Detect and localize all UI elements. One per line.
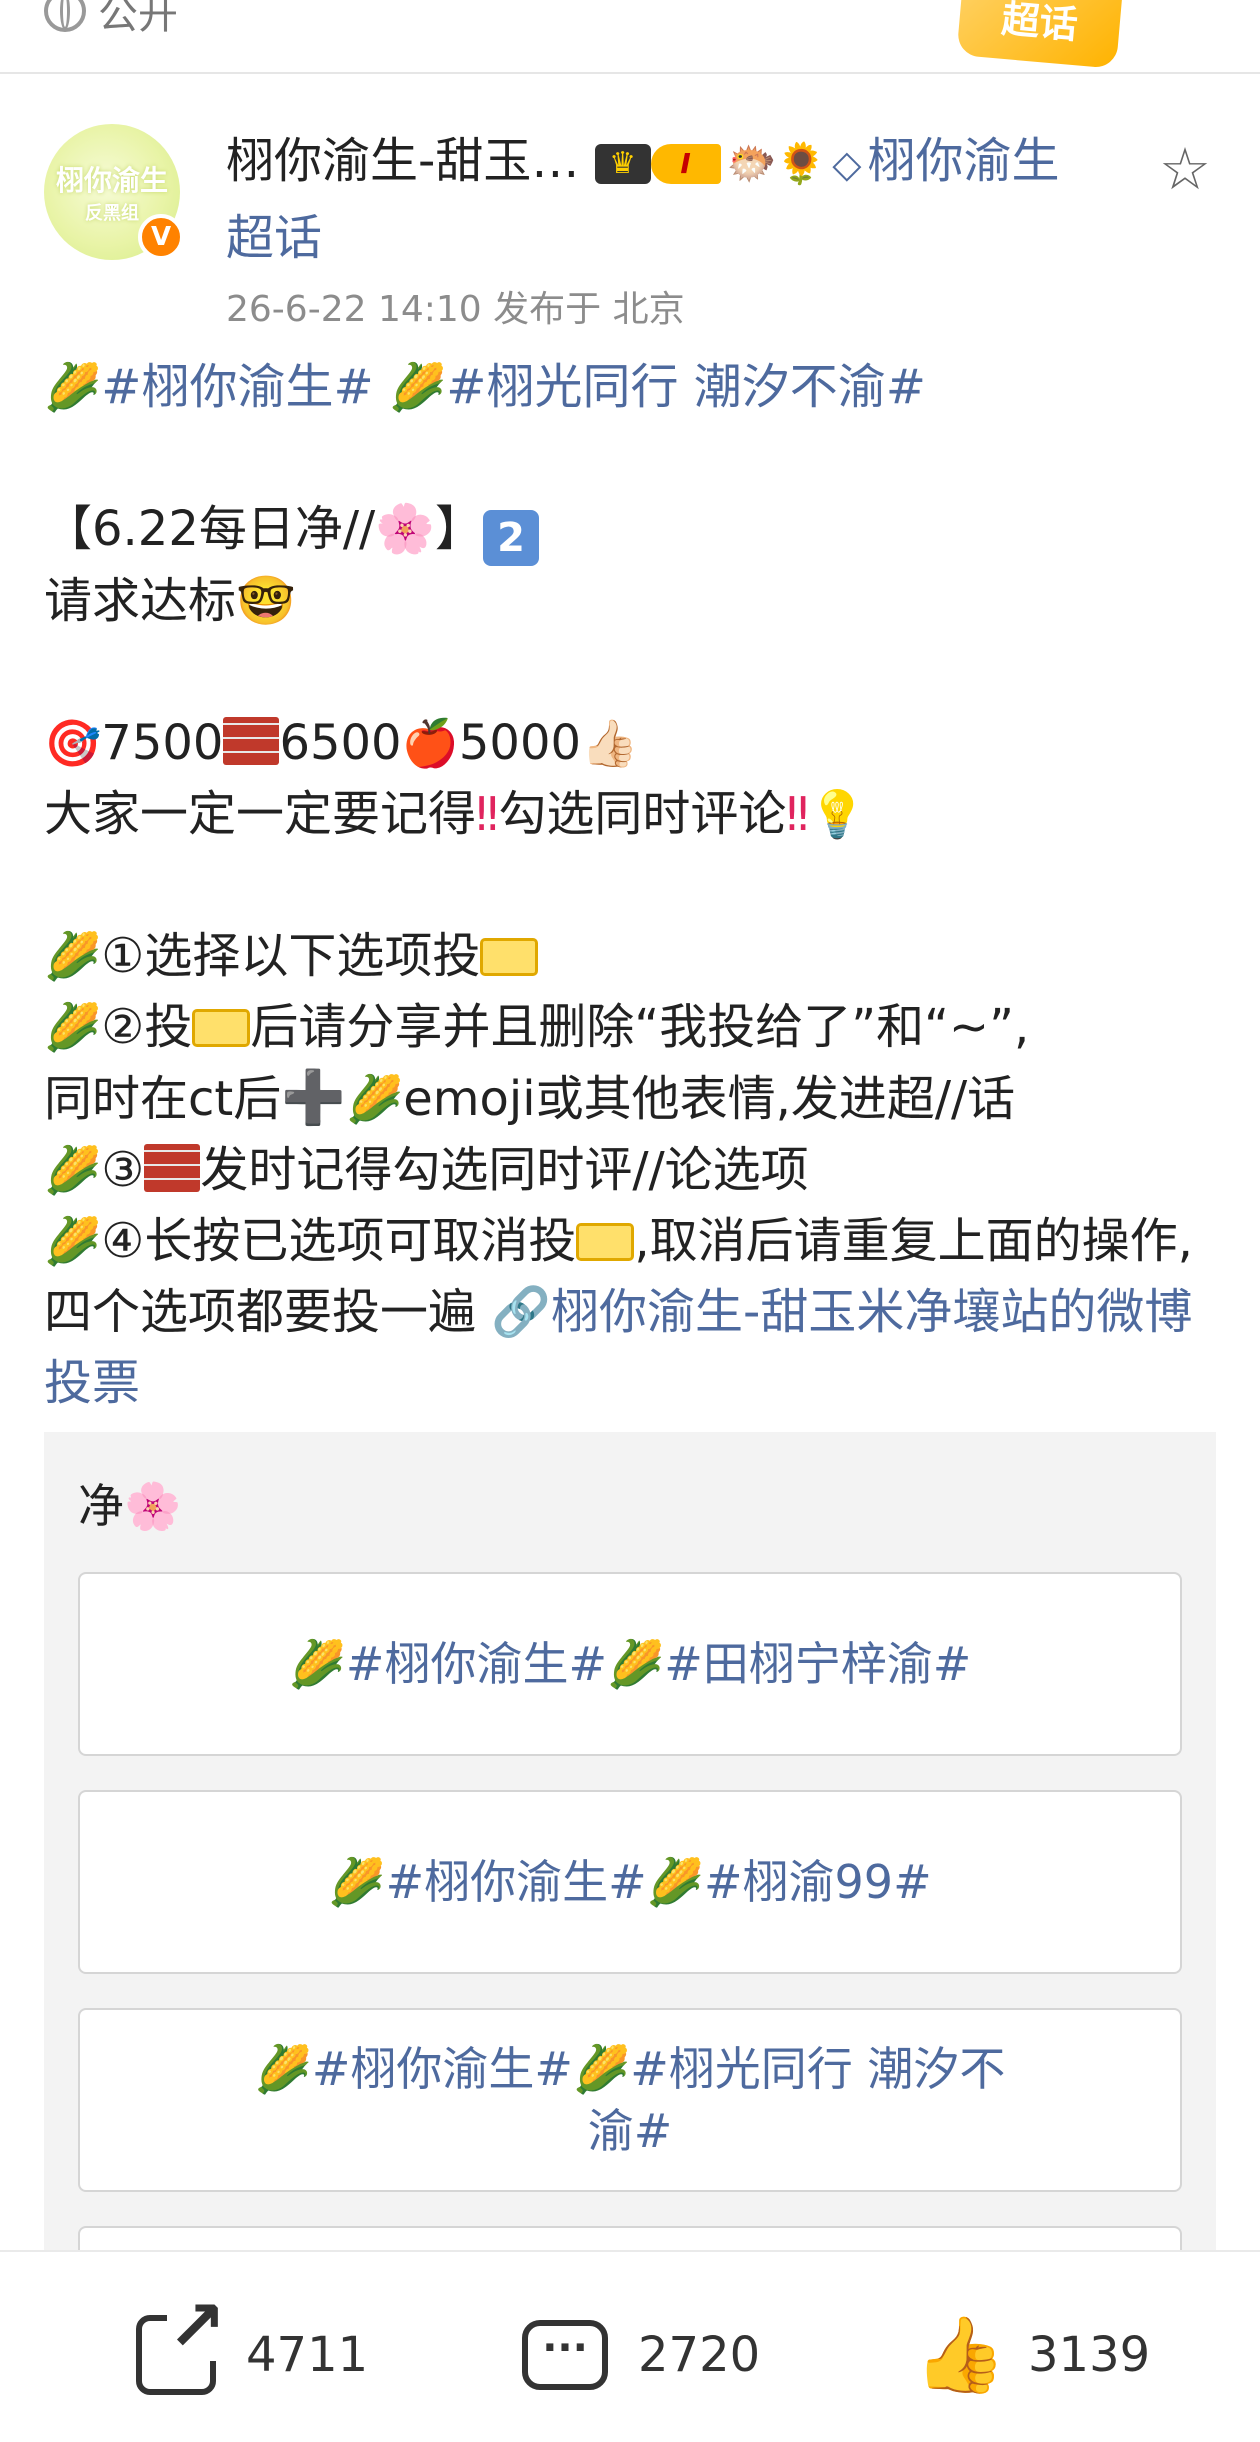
daily-line: 【6.22每日净//🌸】 2 xyxy=(44,494,1224,566)
top-bar: 公开 超话 xyxy=(0,0,1260,74)
double-exclamation-icon: ‼ xyxy=(476,787,499,841)
corn-icon: 🌽 xyxy=(44,1143,102,1197)
like-count: 3139 xyxy=(1028,2327,1151,2383)
step-text: ①选择以下选项投 xyxy=(101,928,481,984)
diamond-icon: ◇ xyxy=(832,142,862,186)
sunflower-icon: 🌻 xyxy=(776,141,827,187)
ticket-icon xyxy=(480,938,539,976)
target-icon: 🎯 xyxy=(44,716,102,770)
visibility-indicator: 公开 xyxy=(44,0,178,40)
step-text: ④长按已选项可取消投 xyxy=(101,1213,577,1269)
author-line: 栩你渝生-甜玉… ♛ I 🐡🌻 ◇ 栩你渝生超话 xyxy=(226,124,1076,275)
hashtag-line: 🌽#栩你渝生# 🌽#栩光同行 潮汐不渝# xyxy=(44,352,1224,423)
remember-text: 大家一定一定要记得 xyxy=(44,786,477,842)
corn-icon: 🌽 xyxy=(44,929,102,983)
action-bar: 4711 ··· 2720 👍 3139 xyxy=(0,2250,1260,2442)
hashtag-link[interactable]: #栩光同行 潮汐不渝# xyxy=(446,359,926,415)
target-value: 6500 xyxy=(279,715,402,771)
post-content: 🌽#栩你渝生# 🌽#栩光同行 潮汐不渝# 【6.22每日净//🌸】 2 请求达标🤓… xyxy=(44,352,1224,1419)
step-text: ③ xyxy=(101,1142,145,1198)
remember-line: 大家一定一定要记得‼勾选同时评论‼💡 xyxy=(44,779,1224,850)
step-4: 🌽④长按已选项可取消投 ,取消后请重复上面的操作,四个选项都要投一遍 🔗栩你渝生-… xyxy=(44,1206,1224,1419)
brick-icon xyxy=(223,717,280,765)
post-meta: 26-6-22 14:10 发布于 北京 xyxy=(226,289,685,330)
vote-option[interactable]: 🌽#栩你渝生#🌽#田栩宁梓渝# xyxy=(78,1572,1182,1756)
step-1: 🌽①选择以下选项投 xyxy=(44,921,1224,992)
share-count: 4711 xyxy=(246,2327,369,2383)
share-icon xyxy=(136,2291,226,2395)
plus-icon: ➕ xyxy=(281,1068,346,1128)
target-value: 7500 xyxy=(101,715,224,771)
step-2: 🌽②投 后请分享并且删除“我投给了”和“~”, 同时在ct后➕🌽emoji或其他表情… xyxy=(44,992,1224,1135)
keycap-two-icon: 2 xyxy=(483,510,539,566)
vote-option[interactable]: 🌽#栩你渝生#🌽#栩渝99# xyxy=(78,1790,1182,1974)
visibility-label: 公开 xyxy=(98,0,178,38)
corn-icon: 🌽 xyxy=(44,1000,102,1054)
remember-text: 勾选同时评论 xyxy=(498,786,787,842)
daily-text: 【6.22每日净//🌸】 xyxy=(44,501,483,557)
step-text: 后请分享并且删除“我投给了”和“~”, xyxy=(250,999,1030,1055)
corn-icon: 🌽 xyxy=(345,1072,404,1126)
avatar-subtext: 反黑组 xyxy=(85,203,139,224)
step-3: 🌽③ 发时记得勾选同时评//论选项 xyxy=(44,1135,1224,1206)
username[interactable]: 栩你渝生-甜玉… xyxy=(226,133,579,189)
apple-icon: 🍎 xyxy=(401,716,459,770)
corn-icon: 🌽 xyxy=(44,1214,102,1268)
favorite-star-icon[interactable]: ☆ xyxy=(1152,136,1218,202)
vote-card: 净🌸 🌽#栩你渝生#🌽#田栩宁梓渝# 🌽#栩你渝生#🌽#栩渝99# 🌽#栩你渝生… xyxy=(44,1432,1216,2410)
avatar-text: 栩你渝生 xyxy=(55,164,168,197)
step-text: 发时记得勾选同时评//论选项 xyxy=(200,1142,809,1198)
comment-icon: ··· xyxy=(522,2320,608,2390)
share-button[interactable]: 4711 xyxy=(136,2291,369,2400)
target-value: 5000 xyxy=(458,715,582,771)
crown-icon: ♛ xyxy=(594,144,651,184)
lightbulb-icon: 💡 xyxy=(808,787,866,841)
step-text: emoji或其他表情,发进超//话 xyxy=(403,1071,1016,1127)
request-line: 请求达标🤓 xyxy=(44,573,296,629)
ticket-icon xyxy=(576,1223,635,1261)
step-text: ②投 xyxy=(101,999,193,1055)
thumbs-up-icon: 👍 xyxy=(914,2312,1007,2398)
step-text: 同时在ct后 xyxy=(44,1071,282,1127)
hashtag-link[interactable]: #栩你渝生# xyxy=(101,359,373,415)
targets-line: 🎯7500 6500🍎5000👍🏻 xyxy=(44,708,1224,779)
comment-count: 2720 xyxy=(638,2327,761,2383)
thumbs-up-icon: 👍🏻 xyxy=(581,716,639,770)
brick-icon xyxy=(144,1144,201,1192)
ticket-icon xyxy=(192,1009,251,1047)
vote-title: 净🌸 xyxy=(78,1479,182,1533)
verified-badge: V xyxy=(138,214,184,260)
supertopic-tag[interactable]: 超话 xyxy=(956,0,1124,69)
double-exclamation-icon: ‼ xyxy=(786,787,809,841)
globe-icon xyxy=(44,0,86,32)
corn-icon: 🌽 xyxy=(389,360,447,414)
corn-icon: 🌽 xyxy=(44,360,102,414)
vote-option[interactable]: 🌽#栩你渝生#🌽#栩光同行 潮汐不渝# xyxy=(78,2008,1182,2192)
pufferfish-icon: 🐡 xyxy=(726,141,777,187)
comment-button[interactable]: ··· 2720 xyxy=(522,2310,760,2400)
level-badge: I xyxy=(650,144,721,184)
like-button[interactable]: 👍 3139 xyxy=(914,2310,1150,2400)
